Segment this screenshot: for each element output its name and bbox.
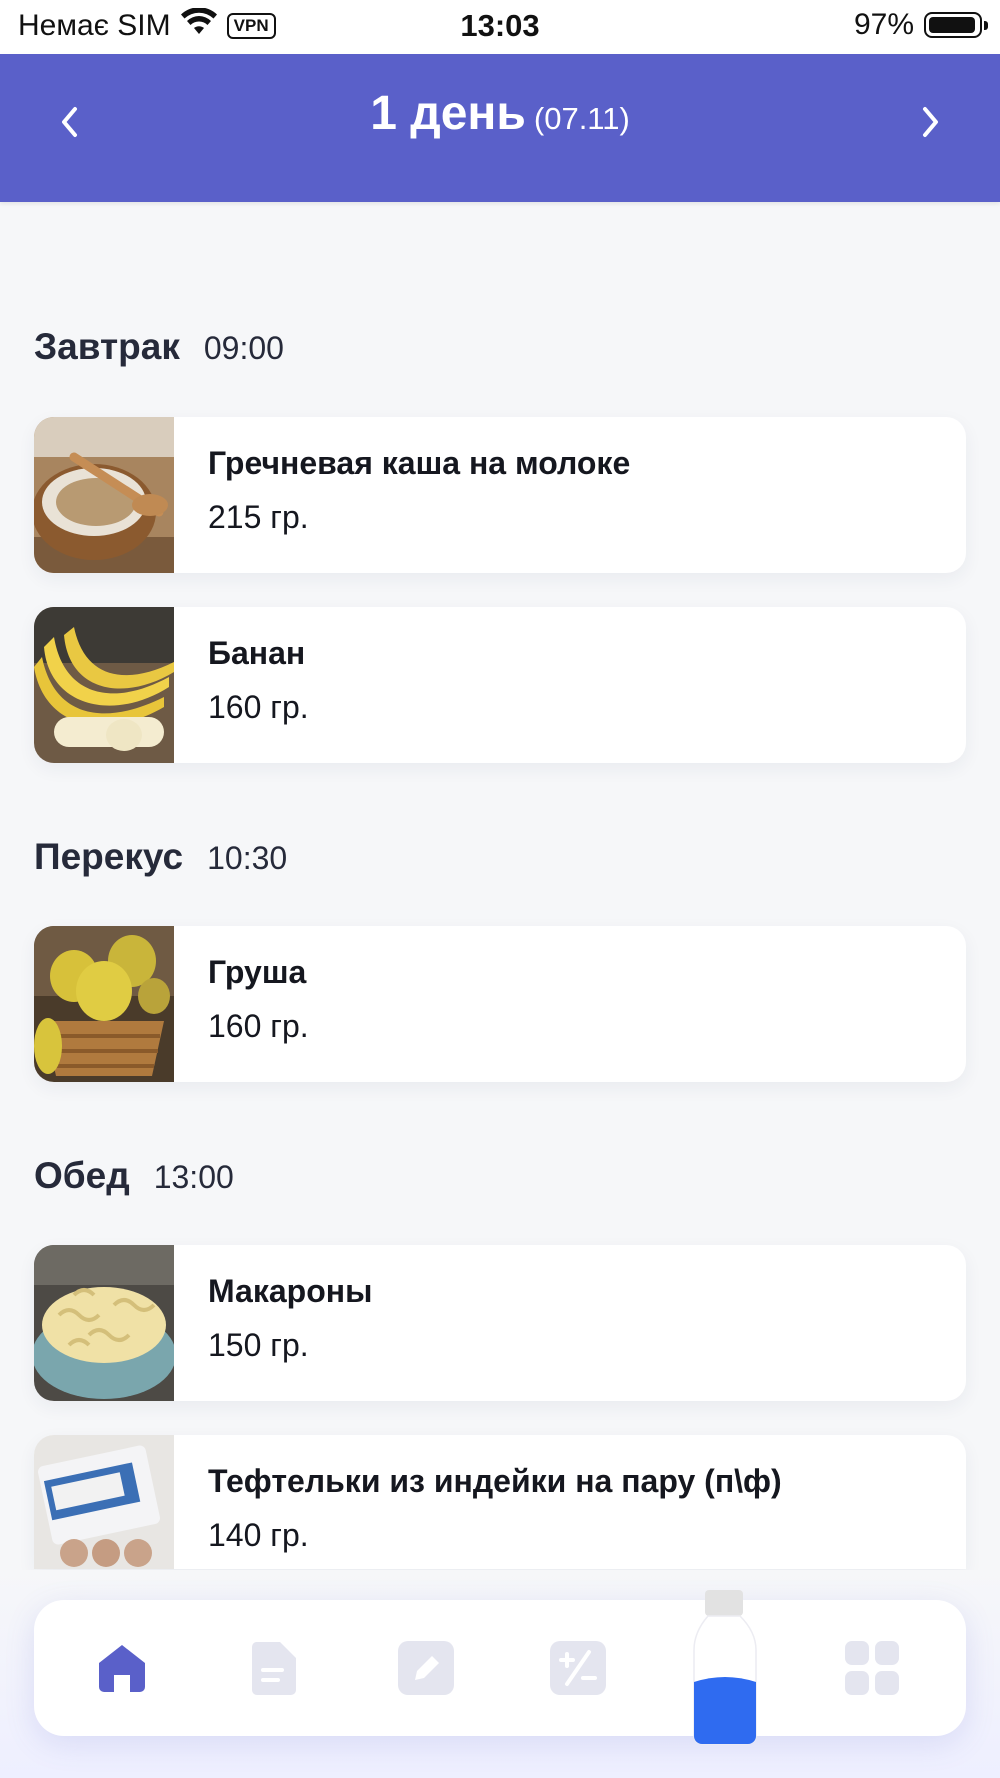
food-amount: 140 гр. [208,1517,309,1553]
meal-time: 10:30 [207,840,288,876]
tab-menu[interactable] [842,1638,902,1698]
day-label: 1 день [370,87,526,140]
day-date: (07.11) [533,101,630,136]
meal-header-snack: Перекус 10:30 [34,836,287,878]
food-amount: 160 гр. [208,1008,309,1044]
edit-icon [398,1641,454,1695]
next-day-button[interactable] [900,92,960,152]
meal-time: 09:00 [203,330,284,366]
status-right: 97% [853,8,988,42]
food-card[interactable]: Гречневая каша на молоке 215 гр. [34,417,966,573]
tab-home[interactable] [92,1638,152,1698]
food-name: Гречневая каша на молоке [208,445,631,481]
tab-calculator[interactable] [548,1638,608,1698]
food-name: Банан [208,635,306,671]
meal-name: Завтрак [34,326,180,367]
meal-name: Перекус [34,836,184,877]
battery-icon [924,12,988,38]
food-name: Тефтельки из индейки на пару (п\ф) [208,1463,782,1499]
battery-percent: 97% [853,8,914,41]
banana-image [34,607,174,763]
chevron-right-icon [923,107,938,137]
food-card[interactable]: Тефтельки из индейки на пару (п\ф) 140 г… [34,1435,966,1569]
food-card[interactable]: Банан 160 гр. [34,607,966,763]
tab-edit[interactable] [396,1638,456,1698]
calculator-icon [550,1641,606,1695]
food-name: Макароны [208,1273,373,1309]
food-name: Груша [208,954,307,990]
food-amount: 150 гр. [208,1327,309,1363]
grid-icon [845,1641,899,1695]
water-tracker-button[interactable] [690,1588,760,1746]
water-bottle-icon [693,1590,757,1745]
day-header: 1 день (07.11) [0,54,1000,202]
status-bar: Немає SIM VPN 13:03 97% [0,0,1000,54]
food-amount: 160 гр. [208,689,309,725]
meal-name: Обед [34,1155,130,1196]
pasta-image [34,1245,174,1401]
food-amount: 215 гр. [208,499,309,535]
home-icon [99,1645,145,1692]
tab-documents[interactable] [244,1638,304,1698]
food-card[interactable]: Груша 160 гр. [34,926,966,1082]
turkey-meatballs-image [34,1435,174,1569]
document-icon [251,1642,296,1695]
food-card[interactable]: Макароны 150 гр. [34,1245,966,1401]
meal-header-lunch: Обед 13:00 [34,1155,234,1197]
meal-header-breakfast: Завтрак 09:00 [34,326,284,368]
page-title: 1 день (07.11) [0,86,1000,141]
tab-bar [34,1600,966,1736]
buckwheat-porridge-image [34,417,174,573]
clock: 13:03 [460,8,540,43]
pear-image [34,926,174,1082]
meal-time: 13:00 [153,1159,234,1195]
